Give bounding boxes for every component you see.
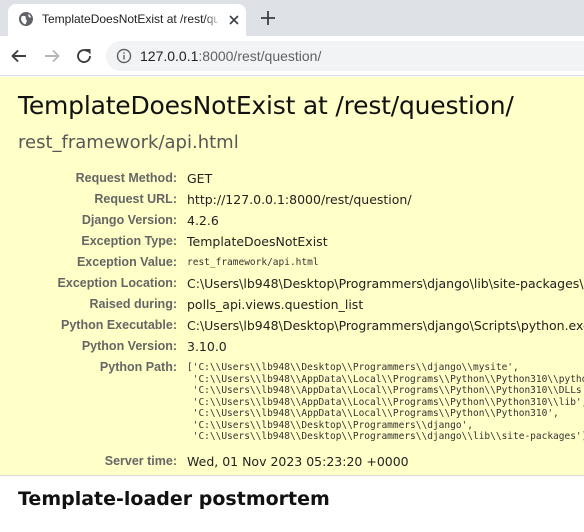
meta-key: Python Version: — [81, 339, 177, 353]
close-icon[interactable] — [226, 12, 242, 28]
meta-row: Exception Type: TemplateDoesNotExist — [0, 234, 584, 255]
address-bar[interactable]: 127.0.0.1:8000/rest/question/ — [106, 41, 584, 71]
meta-row: Request URL: http://127.0.0.1:8000/rest/… — [0, 192, 584, 213]
error-summary: TemplateDoesNotExist at /rest/question/ … — [0, 77, 584, 476]
page-content: TemplateDoesNotExist at /rest/question/ … — [0, 77, 584, 532]
url-host: 127.0.0.1 — [140, 48, 199, 64]
meta-key: Exception Type: — [81, 234, 177, 248]
meta-key: Request Method: — [75, 171, 177, 185]
meta-key: Server time: — [104, 454, 177, 468]
page-title: TemplateDoesNotExist at /rest/question/ — [18, 91, 514, 120]
template-loader-postmortem: Template-loader postmortem — [0, 476, 584, 510]
tab-title: TemplateDoesNotExist at /rest/question/ — [42, 12, 218, 26]
section-heading: Template-loader postmortem — [18, 488, 330, 510]
meta-value: polls_api.views.question_list — [187, 297, 364, 312]
meta-value: C:\Users\lb948\Desktop\Programmers\djang… — [187, 276, 584, 291]
meta-row: Python Path: ['C:\\Users\\lb948\\Desktop… — [0, 360, 584, 450]
python-path-list: ['C:\\Users\\lb948\\Desktop\\Programmers… — [187, 362, 584, 442]
forward-arrow-icon[interactable] — [42, 46, 62, 66]
meta-key: Request URL: — [94, 192, 177, 206]
meta-row: Raised during: polls_api.views.question_… — [0, 297, 584, 318]
meta-value: C:\Users\lb948\Desktop\Programmers\djang… — [187, 318, 584, 333]
meta-value: Wed, 01 Nov 2023 05:23:20 +0000 — [187, 454, 409, 469]
info-icon[interactable] — [116, 48, 132, 64]
plus-icon[interactable] — [258, 8, 278, 28]
back-arrow-icon[interactable] — [9, 46, 29, 66]
exception-subtitle: rest_framework/api.html — [18, 132, 239, 153]
meta-value: 4.2.6 — [187, 213, 219, 228]
address-toolbar: 127.0.0.1:8000/rest/question/ — [0, 36, 584, 76]
meta-row: Django Version: 4.2.6 — [0, 213, 584, 234]
meta-row: Exception Value: rest_framework/api.html — [0, 255, 584, 276]
meta-key: Python Executable: — [61, 318, 177, 332]
meta-key: Raised during: — [89, 297, 177, 311]
reload-icon[interactable] — [74, 46, 94, 66]
meta-value: TemplateDoesNotExist — [187, 234, 328, 249]
url-path: :8000/rest/question/ — [198, 48, 322, 64]
browser-tab[interactable]: TemplateDoesNotExist at /rest/question/ — [8, 4, 246, 36]
globe-icon — [19, 12, 33, 26]
meta-value: GET — [187, 171, 213, 186]
meta-row: Server time: Wed, 01 Nov 2023 05:23:20 +… — [0, 454, 584, 475]
meta-row: Request Method: GET — [0, 171, 584, 192]
tab-title-fade — [204, 8, 222, 30]
meta-value: http://127.0.0.1:8000/rest/question/ — [187, 192, 412, 207]
meta-key: Exception Location: — [57, 276, 177, 290]
meta-row: Python Executable: C:\Users\lb948\Deskto… — [0, 318, 584, 339]
url-text[interactable]: 127.0.0.1:8000/rest/question/ — [140, 48, 321, 64]
meta-row: Exception Location: C:\Users\lb948\Deskt… — [0, 276, 584, 297]
meta-row: Python Version: 3.10.0 — [0, 339, 584, 360]
meta-value: rest_framework/api.html — [187, 257, 319, 268]
meta-key: Exception Value: — [76, 255, 177, 269]
meta-key: Django Version: — [81, 213, 177, 227]
meta-value: 3.10.0 — [187, 339, 227, 354]
tab-strip: TemplateDoesNotExist at /rest/question/ — [0, 0, 584, 36]
meta-key: Python Path: — [99, 360, 177, 374]
